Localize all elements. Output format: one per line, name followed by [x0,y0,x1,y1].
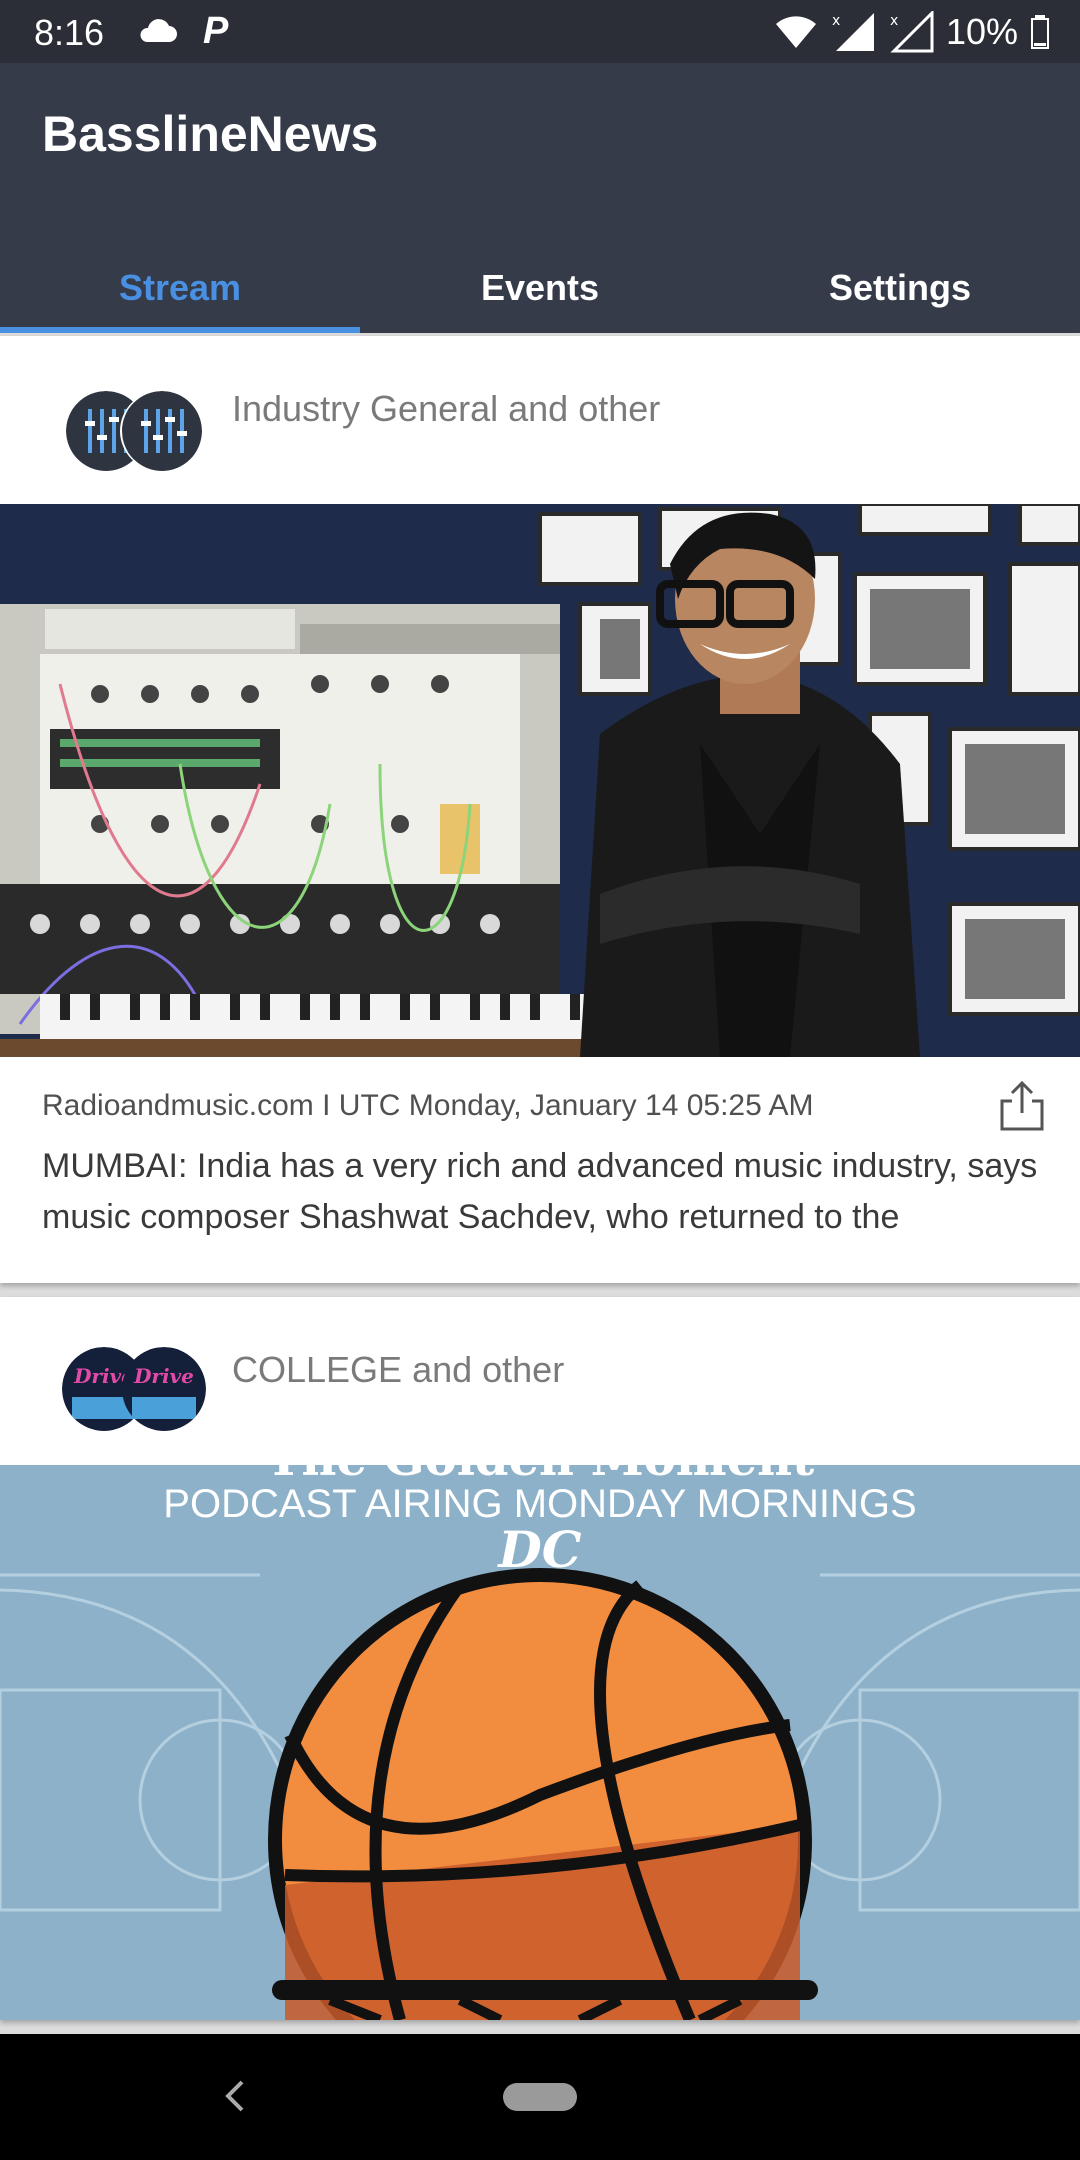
battery-percent: 10% [945,11,1018,52]
card-source-label: COLLEGE and other [232,1349,565,1390]
wifi-icon [775,16,816,48]
app-bar: BasslineNews Stream Events Settings [0,63,1080,333]
article-image[interactable]: The Golden Moment PODCAST AIRING MONDAY … [0,1465,1080,2020]
signal-icon: x [832,13,874,51]
avatar: Drive [122,1347,206,1431]
home-button[interactable] [503,2083,577,2111]
status-bar: 8:16 P x x 10% [0,0,1080,63]
news-card[interactable]: Drive Drive COLLEGE and other PODCAST AI… [0,1297,1080,2020]
tab-bar: Stream Events Settings [0,243,1080,333]
article-image[interactable] [0,504,1080,1057]
signal-icon: x [890,11,934,53]
card-source-label: Industry General and other [232,388,661,429]
cloud-icon [140,19,177,42]
tab-settings[interactable]: Settings [720,243,1080,333]
back-icon[interactable] [220,2074,250,2118]
parking-p-icon: P [203,10,229,52]
status-time: 8:16 [34,12,105,53]
avatar [122,391,202,471]
card-meta: Radioandmusic.com I UTC Monday, January … [0,1057,1080,1283]
svg-text:x: x [890,13,898,29]
source-avatars [66,391,206,471]
svg-text:Drive: Drive [133,1364,194,1388]
svg-text:x: x [832,13,840,29]
tab-events[interactable]: Events [360,243,720,333]
share-icon[interactable] [998,1079,1046,1133]
source-avatars: Drive Drive [62,1347,206,1431]
app-title: BasslineNews [42,106,379,162]
card-header: Drive Drive COLLEGE and other [0,1297,1080,1465]
status-right-group: x x 10% [774,8,1050,56]
news-card[interactable]: Industry General and other Radioandmusic… [0,336,1080,1283]
card-header: Industry General and other [0,336,1080,504]
battery-icon [1031,15,1049,49]
article-excerpt[interactable]: MUMBAI: India has a very rich and advanc… [42,1141,1038,1243]
stream-feed[interactable]: Industry General and other Radioandmusic… [0,336,1080,2020]
article-meta: Radioandmusic.com I UTC Monday, January … [42,1089,814,1122]
tab-stream[interactable]: Stream [0,243,360,333]
system-nav-bar [0,2034,1080,2160]
